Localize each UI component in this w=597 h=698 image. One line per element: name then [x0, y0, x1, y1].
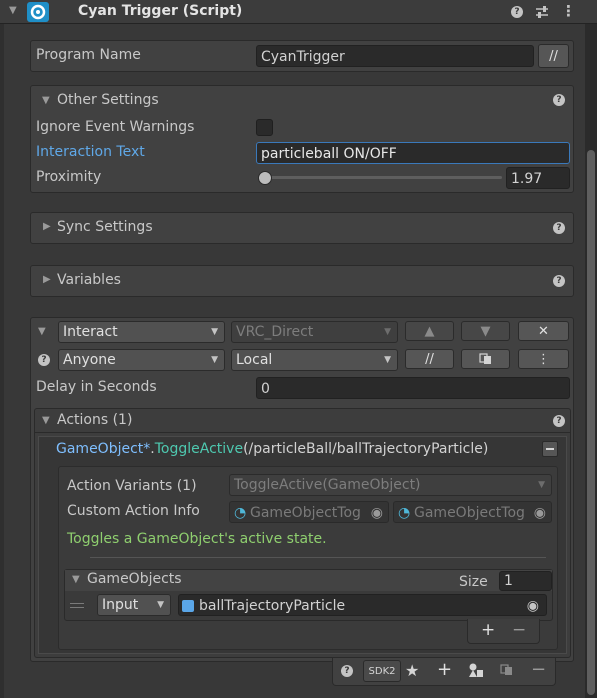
copy-icon — [478, 353, 491, 364]
method-args: (/particleBall/ballTrajectoryParticle) — [243, 441, 489, 457]
custom-info-field-1[interactable]: ◔ GameObjectTog ◉ — [229, 501, 389, 523]
fold-arrow-icon[interactable]: ▼ — [42, 95, 50, 106]
presets-icon[interactable] — [535, 5, 549, 19]
fold-arrow-icon[interactable]: ▼ — [42, 415, 50, 426]
object-picker-icon[interactable]: ◉ — [527, 595, 539, 615]
gameobject-value: ballTrajectoryParticle — [199, 598, 346, 614]
event-comment-button[interactable]: // — [405, 349, 454, 369]
list-footer — [467, 619, 540, 644]
custom-info-value-1: GameObjectTog — [250, 505, 361, 521]
sync-settings-title[interactable]: Sync Settings — [57, 219, 153, 235]
gameobject-field[interactable]: ballTrajectoryParticle ◉ — [178, 594, 547, 616]
duplicate-button[interactable] — [461, 349, 510, 369]
broadcast-dropdown: VRC_Direct ▼ — [231, 321, 398, 343]
custom-info-value-2: GameObjectTog — [414, 505, 525, 521]
ignore-warnings-checkbox[interactable] — [256, 119, 273, 136]
other-settings-title[interactable]: Other Settings — [57, 92, 159, 108]
size-field[interactable]: 1 — [499, 571, 552, 591]
add-element-button[interactable]: + — [481, 620, 495, 640]
kebab-menu-icon[interactable]: ⋮ — [561, 2, 576, 20]
help-icon[interactable]: ? — [553, 222, 565, 234]
help-icon[interactable]: ? — [553, 415, 565, 427]
network-dropdown[interactable]: Local ▼ — [231, 349, 398, 371]
network-value: Local — [236, 352, 273, 368]
fold-arrow-icon[interactable]: ▼ — [38, 326, 46, 337]
gameobject-icon — [182, 600, 194, 612]
proximity-field[interactable]: 1.97 — [506, 167, 570, 189]
help-icon[interactable]: ? — [511, 6, 523, 18]
gameobjects-title[interactable]: GameObjects — [87, 571, 182, 587]
sdk-toggle-button[interactable]: SDK2 — [363, 660, 401, 682]
scrollbar-thumb[interactable] — [587, 150, 595, 695]
actions-title[interactable]: Actions (1) — [57, 412, 132, 428]
action-variants-dropdown: ToggleActive(GameObject) ▼ — [229, 474, 552, 496]
proximity-slider-thumb[interactable] — [258, 171, 272, 185]
action-variants-value: ToggleActive(GameObject) — [234, 477, 421, 493]
chevron-down-icon: ▼ — [384, 327, 391, 337]
component-title: Cyan Trigger (Script) — [78, 3, 243, 19]
action-variants-label: Action Variants (1) — [67, 478, 197, 494]
object-picker-icon[interactable]: ◉ — [534, 502, 546, 522]
remove-action-button[interactable]: − — [531, 659, 546, 680]
chevron-down-icon: ▼ — [211, 327, 218, 337]
drag-handle-icon[interactable] — [70, 601, 84, 609]
custom-info-field-2[interactable]: ◔ GameObjectTog ◉ — [393, 501, 552, 523]
divider — [90, 557, 546, 558]
event-more-button[interactable]: ⋮ — [518, 349, 569, 369]
remove-element-button[interactable]: − — [512, 620, 526, 640]
fold-arrow-icon[interactable]: ▼ — [72, 574, 80, 585]
cyan-trigger-icon: ◔ — [234, 505, 247, 521]
help-icon[interactable]: ? — [553, 94, 565, 106]
custom-action-info-label: Custom Action Info — [67, 503, 200, 519]
delete-event-button[interactable]: ✕ — [518, 321, 569, 341]
chevron-down-icon: ▼ — [384, 355, 391, 365]
broadcast-value: VRC_Direct — [236, 324, 314, 340]
shapes-icon[interactable] — [468, 663, 484, 678]
move-down-button[interactable]: ▼ — [461, 321, 510, 341]
action-method-signature[interactable]: GameObject*.ToggleActive(/particleBall/b… — [56, 441, 488, 457]
chevron-down-icon: ▼ — [538, 480, 545, 490]
help-icon[interactable]: ? — [341, 665, 353, 677]
proximity-label: Proximity — [36, 169, 102, 185]
user-gate-value: Anyone — [63, 352, 116, 368]
delay-label: Delay in Seconds — [36, 379, 157, 395]
collapse-action-button[interactable] — [542, 441, 558, 457]
minus-icon — [546, 448, 554, 450]
program-name-label: Program Name — [36, 47, 141, 63]
chevron-down-icon: ▼ — [157, 600, 164, 610]
object-picker-icon[interactable]: ◉ — [371, 502, 383, 522]
input-mode-value: Input — [102, 597, 139, 613]
interaction-text-label: Interaction Text — [36, 144, 145, 160]
interaction-text-field[interactable]: particleball ON/OFF — [256, 142, 570, 164]
add-action-button[interactable]: + — [437, 659, 452, 680]
event-type-dropdown[interactable]: Interact ▼ — [58, 321, 225, 343]
favorite-star-icon[interactable]: ★ — [405, 661, 419, 680]
method-name: ToggleActive — [154, 441, 244, 457]
input-mode-dropdown[interactable]: Input ▼ — [97, 594, 171, 616]
ignore-warnings-label: Ignore Event Warnings — [36, 119, 195, 135]
fold-arrow-right-icon[interactable]: ▶ — [43, 274, 51, 285]
left-gutter — [0, 24, 4, 698]
variables-title[interactable]: Variables — [57, 272, 121, 288]
fold-arrow-icon[interactable]: ▼ — [9, 5, 17, 16]
action-description: Toggles a GameObject's active state. — [67, 531, 327, 547]
fold-arrow-right-icon[interactable]: ▶ — [43, 221, 51, 232]
help-icon[interactable]: ? — [38, 354, 50, 366]
copy-icon[interactable] — [500, 664, 514, 676]
cyan-trigger-logo-icon — [27, 2, 49, 22]
chevron-down-icon: ▼ — [211, 355, 218, 365]
comment-button[interactable]: // — [538, 44, 569, 68]
program-name-field[interactable]: CyanTrigger — [256, 45, 534, 67]
component-header: ▼ Cyan Trigger (Script) ? ⋮ — [0, 0, 597, 24]
move-up-button[interactable]: ▲ — [405, 321, 454, 341]
method-object: GameObject* — [56, 441, 151, 457]
divider — [35, 432, 570, 433]
user-gate-dropdown[interactable]: Anyone ▼ — [58, 349, 225, 371]
cyan-trigger-icon: ◔ — [398, 505, 411, 521]
help-icon[interactable]: ? — [553, 275, 565, 287]
size-label: Size — [459, 574, 488, 590]
event-type-value: Interact — [63, 324, 118, 340]
proximity-slider-track[interactable] — [260, 176, 502, 179]
delay-field[interactable]: 0 — [256, 377, 570, 399]
